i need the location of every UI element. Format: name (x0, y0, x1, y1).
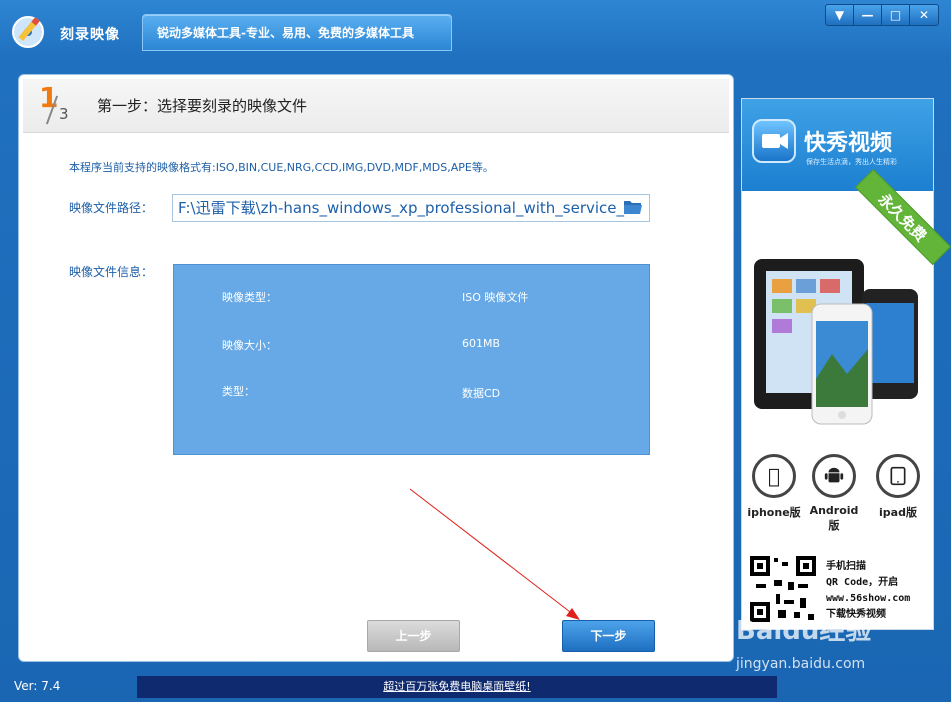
menu-dropdown-button[interactable]: ▼ (826, 5, 854, 25)
app-logo-icon (12, 16, 44, 48)
baidu-watermark-url: jingyan.baidu.com (736, 656, 866, 672)
qr-line-3: www.56show.com (826, 593, 911, 604)
image-path-field[interactable]: F:\迅雷下载\zh-hans_windows_xp_professional_… (172, 194, 650, 222)
app-title: 刻录映像 (60, 27, 120, 43)
video-camera-icon (752, 119, 796, 163)
slogan-tab[interactable]: 锐动多媒体工具-专业、易用、免费的多媒体工具 (142, 14, 452, 51)
step-indicator: 1 3 (39, 81, 79, 129)
main-panel: 1 3 第一步：选择要刻录的映像文件 本程序当前支持的映像格式有:ISO,BIN… (18, 74, 734, 662)
close-button[interactable]: ✕ (910, 5, 938, 25)
ipad-download[interactable]: ipad版 (870, 454, 926, 520)
app-window: 刻录映像 锐动多媒体工具-专业、易用、免费的多媒体工具 ▼ — □ ✕ 1 3 … (0, 0, 951, 702)
ad-panel[interactable]: 快秀视频 保存生活点滴，秀出人生精彩 永久免费  iphone版 (741, 98, 951, 630)
info-key-size: 映像大小： (222, 339, 277, 352)
version-label: Ver: 7.4 (14, 679, 61, 693)
wallpaper-banner-link[interactable]: 超过百万张免费电脑桌面壁纸! (137, 676, 777, 698)
maximize-button[interactable]: □ (882, 5, 910, 25)
prev-step-button[interactable]: 上一步 (367, 620, 460, 652)
platform-row:  iphone版 Android版 (742, 454, 933, 532)
image-info-box: 映像类型： ISO 映像文件 映像大小： 601MB 类型： 数据CD (173, 264, 650, 455)
next-step-button[interactable]: 下一步 (562, 620, 655, 652)
step-title: 第一步：选择要刻录的映像文件 (97, 97, 308, 115)
title-bar: 刻录映像 锐动多媒体工具-专业、易用、免费的多媒体工具 ▼ — □ ✕ (0, 0, 951, 66)
folder-open-icon[interactable] (623, 199, 643, 215)
qr-line-1: 手机扫描 (826, 561, 866, 572)
ad-tagline: 保存生活点滴，秀出人生精彩 (806, 158, 897, 166)
image-path-label: 映像文件路径： (69, 201, 154, 215)
info-value-disc-type: 数据CD (462, 387, 501, 400)
minimize-button[interactable]: — (854, 5, 882, 25)
info-value-size: 601MB (462, 337, 501, 350)
android-label: Android版 (809, 504, 859, 532)
devices-illustration (754, 259, 918, 425)
ad-header: 快秀视频 保存生活点滴，秀出人生精彩 (742, 99, 933, 191)
step-total: 3 (59, 105, 69, 123)
baidu-watermark: Baidu经验 (736, 616, 872, 646)
ipad-label: ipad版 (879, 506, 917, 519)
android-icon (812, 454, 856, 498)
android-download[interactable]: Android版 (806, 454, 862, 533)
qr-line-2: QR Code，开启 (826, 577, 899, 588)
iphone-label: iphone版 (747, 506, 801, 519)
ad-brand: 快秀视频 (804, 131, 893, 156)
info-key-type: 映像类型： (222, 291, 277, 304)
info-key-disc-type: 类型： (222, 385, 255, 398)
info-value-type: ISO 映像文件 (462, 291, 529, 304)
image-info-label: 映像文件信息： (69, 265, 154, 279)
window-controls: ▼ — □ ✕ (825, 4, 939, 26)
step-header: 1 3 第一步：选择要刻录的映像文件 (23, 79, 729, 133)
apple-icon:  (752, 454, 796, 498)
status-bar: Ver: 7.4 超过百万张免费电脑桌面壁纸! (0, 670, 951, 702)
iphone-download[interactable]:  iphone版 (746, 454, 802, 520)
supported-formats-text: 本程序当前支持的映像格式有:ISO,BIN,CUE,NRG,CCD,IMG,DV… (69, 161, 494, 174)
tablet-icon (876, 454, 920, 498)
